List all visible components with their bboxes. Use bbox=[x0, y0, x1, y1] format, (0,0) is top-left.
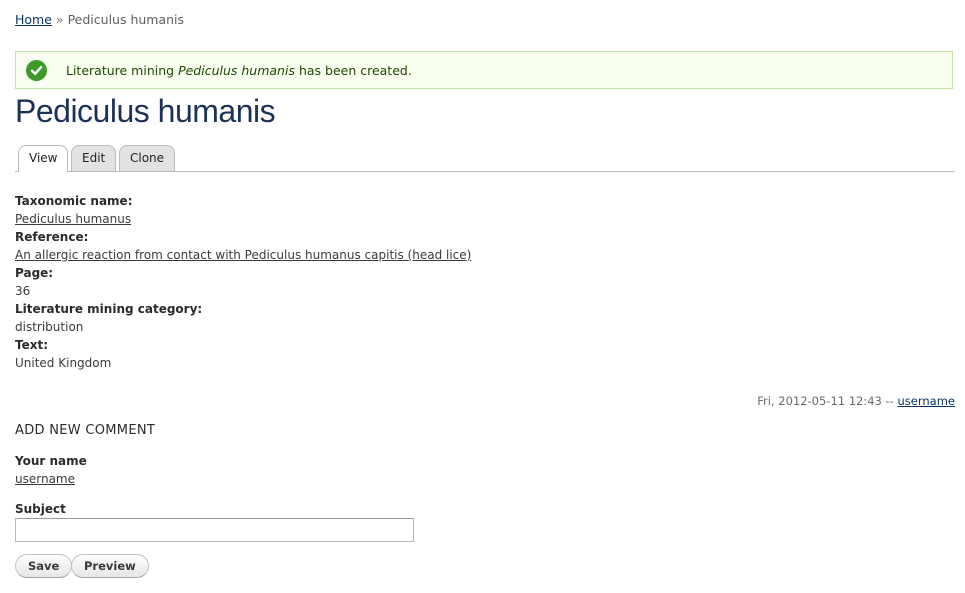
subject-label: Subject bbox=[15, 502, 66, 516]
submitted-info: Fri, 2012-05-11 12:43 -- username bbox=[757, 394, 955, 408]
page-label: Page: bbox=[15, 266, 54, 280]
tab-view[interactable]: View bbox=[18, 145, 69, 172]
submitted-date: Fri, 2012-05-11 12:43 -- bbox=[757, 394, 894, 408]
status-message-text: Literature mining Pediculus humanis has … bbox=[66, 63, 412, 78]
tabs: View Edit Clone bbox=[15, 145, 955, 172]
page-value: 36 bbox=[15, 284, 31, 298]
tab-edit[interactable]: Edit bbox=[71, 145, 117, 171]
breadcrumb-separator: » bbox=[55, 12, 64, 27]
tab-clone[interactable]: Clone bbox=[119, 145, 176, 171]
status-message-suffix: has been created. bbox=[294, 62, 412, 78]
check-icon bbox=[26, 59, 47, 81]
breadcrumb-current: Pediculus humanis bbox=[67, 12, 185, 27]
save-button[interactable]: Save bbox=[15, 554, 73, 578]
your-name-label: Your name bbox=[15, 454, 87, 468]
category-label: Literature mining category: bbox=[15, 302, 203, 316]
taxonomic-name-label: Taxonomic name: bbox=[15, 194, 133, 208]
author-link[interactable]: username bbox=[898, 394, 956, 408]
text-label: Text: bbox=[15, 338, 49, 352]
page-title: Pediculus humanis bbox=[15, 93, 276, 129]
breadcrumb-home-link[interactable]: Home bbox=[15, 12, 52, 27]
reference-label: Reference: bbox=[15, 230, 89, 244]
reference-link[interactable]: An allergic reaction from contact with P… bbox=[15, 248, 471, 262]
your-name-link[interactable]: username bbox=[15, 472, 75, 486]
text-value: United Kingdom bbox=[15, 356, 112, 370]
breadcrumb: Home» Pediculus humanis bbox=[15, 12, 184, 27]
subject-input[interactable] bbox=[15, 518, 414, 542]
comment-form-heading: ADD NEW COMMENT bbox=[15, 423, 156, 438]
status-message: Literature mining Pediculus humanis has … bbox=[15, 51, 953, 89]
preview-button[interactable]: Preview bbox=[71, 554, 149, 578]
category-value: distribution bbox=[15, 320, 84, 334]
status-message-prefix: Literature mining bbox=[66, 62, 179, 78]
status-message-title: Pediculus humanis bbox=[178, 62, 295, 78]
taxonomic-name-link[interactable]: Pediculus humanus bbox=[15, 212, 131, 226]
